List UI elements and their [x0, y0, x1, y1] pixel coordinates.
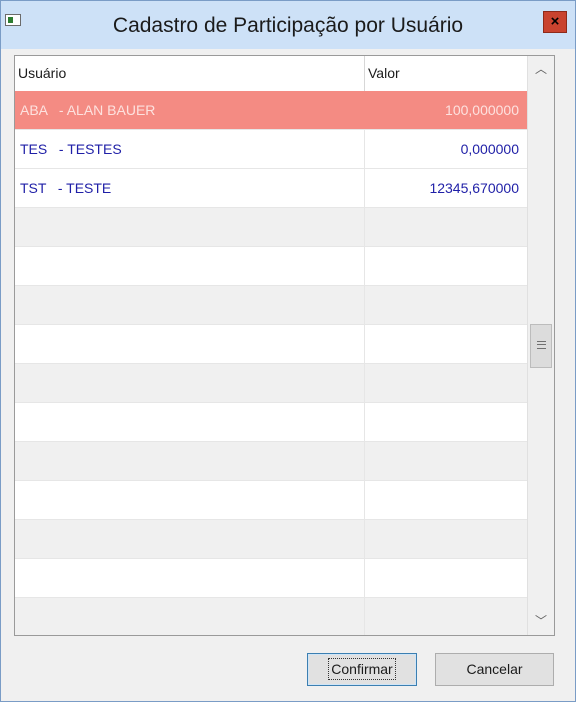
cell-usuario[interactable]	[15, 481, 365, 519]
empty-row[interactable]	[15, 598, 527, 635]
cell-usuario[interactable]	[15, 520, 365, 558]
cell-valor[interactable]	[365, 208, 527, 246]
cell-valor[interactable]: 0,000000	[365, 130, 527, 168]
cell-usuario[interactable]	[15, 286, 365, 324]
cell-valor[interactable]	[365, 247, 527, 285]
empty-row[interactable]	[15, 403, 527, 442]
cancel-button[interactable]: Cancelar	[435, 653, 554, 686]
cell-usuario[interactable]: ABA - ALAN BAUER	[15, 91, 365, 129]
dialog-window: Cadastro de Participação por Usuário × U…	[0, 0, 576, 702]
close-button[interactable]: ×	[543, 11, 567, 33]
column-header-valor[interactable]: Valor	[365, 56, 527, 91]
chevron-up-icon[interactable]: ︿	[528, 56, 554, 83]
cell-usuario[interactable]	[15, 364, 365, 402]
cell-usuario[interactable]: TES - TESTES	[15, 130, 365, 168]
cell-valor[interactable]	[365, 442, 527, 480]
cell-valor[interactable]	[365, 481, 527, 519]
column-header-usuario[interactable]: Usuário	[15, 56, 365, 91]
scrollbar-thumb[interactable]	[530, 324, 552, 368]
empty-row[interactable]	[15, 286, 527, 325]
cell-usuario[interactable]	[15, 208, 365, 246]
table-row-selected[interactable]: ABA - ALAN BAUER 100,000000	[15, 91, 527, 130]
window-title: Cadastro de Participação por Usuário	[112, 14, 464, 37]
cell-valor[interactable]: 12345,670000	[365, 169, 527, 207]
empty-row[interactable]	[15, 559, 527, 598]
cell-valor[interactable]: 100,000000	[365, 91, 527, 129]
cell-valor[interactable]	[365, 325, 527, 363]
confirm-button[interactable]: Confirmar	[307, 653, 417, 686]
empty-row[interactable]	[15, 481, 527, 520]
empty-row[interactable]	[15, 442, 527, 481]
table-row[interactable]: TST - TESTE 12345,670000	[15, 169, 527, 208]
empty-row[interactable]	[15, 208, 527, 247]
cell-valor[interactable]	[365, 520, 527, 558]
cell-valor[interactable]	[365, 598, 527, 635]
cell-usuario[interactable]	[15, 598, 365, 635]
vertical-scrollbar[interactable]: ︿ ﹀	[527, 56, 554, 635]
cell-valor[interactable]	[365, 403, 527, 441]
empty-row[interactable]	[15, 325, 527, 364]
chevron-down-icon[interactable]: ﹀	[528, 608, 554, 635]
empty-row[interactable]	[15, 520, 527, 559]
cell-valor[interactable]	[365, 286, 527, 324]
cell-usuario[interactable]: TST - TESTE	[15, 169, 365, 207]
participation-grid[interactable]: Usuário Valor ABA - ALAN BAUER 100,000000…	[14, 55, 555, 636]
table-row[interactable]: TES - TESTES 0,000000	[15, 130, 527, 169]
cell-usuario[interactable]	[15, 559, 365, 597]
empty-row[interactable]	[15, 247, 527, 286]
title-bar[interactable]: Cadastro de Participação por Usuário ×	[1, 1, 575, 49]
empty-row[interactable]	[15, 364, 527, 403]
confirm-button-label: Confirmar	[328, 658, 396, 680]
cell-usuario[interactable]	[15, 325, 365, 363]
cell-usuario[interactable]	[15, 442, 365, 480]
grid-header: Usuário Valor	[15, 56, 527, 92]
cell-valor[interactable]	[365, 559, 527, 597]
cell-valor[interactable]	[365, 364, 527, 402]
cell-usuario[interactable]	[15, 247, 365, 285]
cell-usuario[interactable]	[15, 403, 365, 441]
